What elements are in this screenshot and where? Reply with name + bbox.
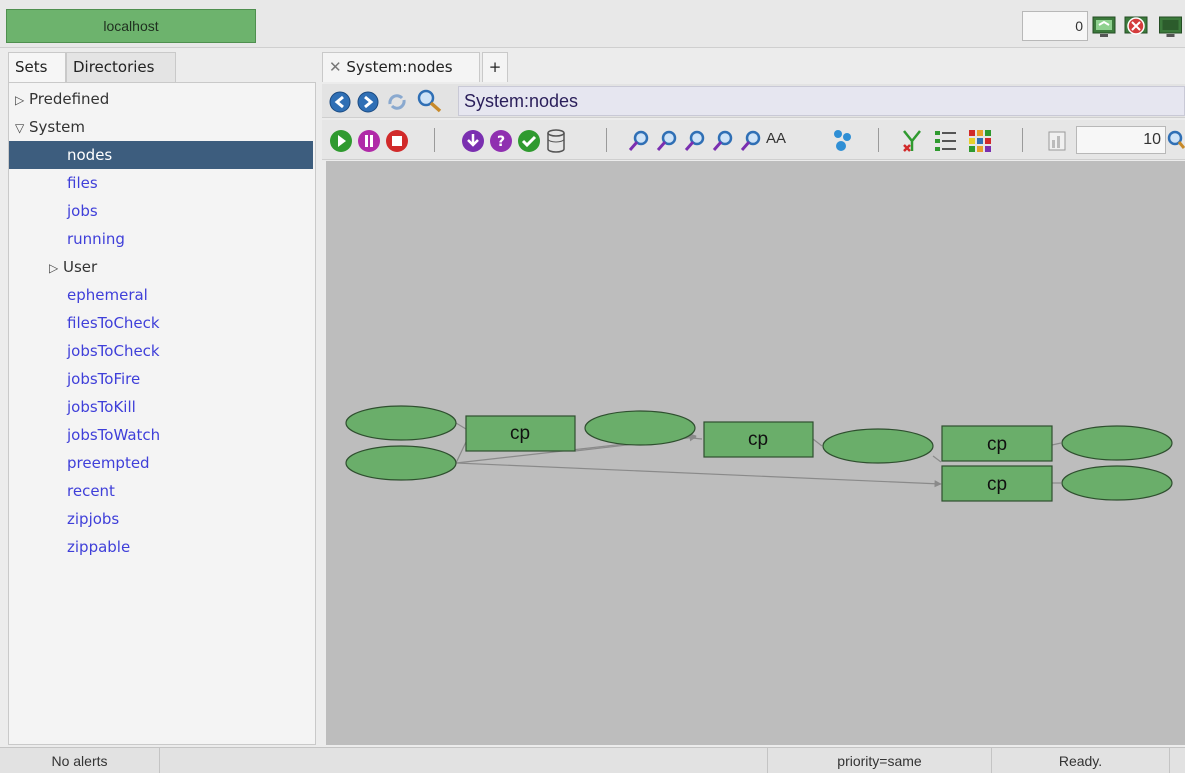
job-label: cp bbox=[987, 474, 1007, 495]
navigation-bar: System:nodes bbox=[322, 84, 1185, 118]
tab-directories[interactable]: Directories bbox=[66, 52, 176, 82]
toolbar-separator bbox=[606, 128, 607, 152]
monitor-icon[interactable] bbox=[1156, 12, 1185, 40]
tree-item-jobstofire[interactable]: jobsToFire bbox=[9, 365, 313, 393]
back-icon[interactable] bbox=[328, 90, 352, 114]
limit-icon[interactable] bbox=[1044, 128, 1070, 154]
tab-label: System:nodes bbox=[346, 58, 453, 76]
font-size-button[interactable]: AA bbox=[766, 130, 786, 147]
stop-monitor-icon[interactable] bbox=[1122, 12, 1150, 40]
file-node[interactable] bbox=[584, 410, 696, 446]
tree-item-ephemeral[interactable]: ephemeral bbox=[9, 281, 313, 309]
toolbar-separator bbox=[434, 128, 435, 152]
message-status bbox=[160, 748, 768, 773]
zoom-fit-icon[interactable] bbox=[682, 128, 708, 154]
tab-system-nodes[interactable]: ✕ System:nodes bbox=[322, 52, 480, 82]
limit-field[interactable]: 10 bbox=[1076, 126, 1166, 154]
ready-status: Ready. bbox=[992, 748, 1170, 773]
priority-status: priority=same bbox=[768, 748, 992, 773]
tree-item-nodes[interactable]: nodes bbox=[9, 141, 313, 169]
expand-arrow-icon[interactable]: ▷ bbox=[49, 254, 63, 282]
edge bbox=[455, 462, 942, 488]
app-window: localhost 0 Sets Directories ▷ Predefined bbox=[0, 0, 1185, 773]
tree-item-filestocheck[interactable]: filesToCheck bbox=[9, 309, 313, 337]
status-bar: No alerts priority=same Ready. bbox=[0, 747, 1185, 773]
host-button[interactable]: localhost bbox=[6, 9, 256, 43]
edge bbox=[1051, 442, 1062, 446]
graph-toolbar: ? AA 10 bbox=[322, 120, 1185, 160]
tree-item-label: Predefined bbox=[29, 90, 110, 108]
list-view-icon[interactable] bbox=[932, 127, 960, 155]
zoom-in-icon[interactable] bbox=[626, 128, 652, 154]
tree-item-recent[interactable]: recent bbox=[9, 477, 313, 505]
tree-layout-icon[interactable] bbox=[898, 127, 926, 155]
edge bbox=[812, 438, 823, 447]
zoom-reset-icon[interactable] bbox=[710, 128, 736, 154]
heatmap-view-icon[interactable] bbox=[966, 127, 994, 155]
tab-sets[interactable]: Sets bbox=[8, 52, 66, 82]
tree-item-preempted[interactable]: preempted bbox=[9, 449, 313, 477]
tree-group-system[interactable]: ▽ System bbox=[9, 113, 313, 141]
job-label: cp bbox=[510, 423, 530, 444]
tree-group-predefined[interactable]: ▷ Predefined bbox=[9, 85, 313, 113]
close-icon[interactable]: ✕ bbox=[329, 58, 342, 76]
refresh-monitor-icon[interactable] bbox=[1090, 12, 1118, 40]
set-tree: ▷ Predefined ▽ System nodes files jobs run… bbox=[8, 82, 316, 745]
file-node[interactable] bbox=[822, 428, 934, 464]
tree-item-jobstowatch[interactable]: jobsToWatch bbox=[9, 421, 313, 449]
toolbar-separator bbox=[878, 128, 879, 152]
add-tab-button[interactable]: + bbox=[482, 52, 508, 82]
zoom-selection-icon[interactable] bbox=[738, 128, 764, 154]
tree-group-user[interactable]: ▷ User bbox=[9, 253, 313, 281]
tree-item-jobstocheck[interactable]: jobsToCheck bbox=[9, 337, 313, 365]
help-icon[interactable]: ? bbox=[488, 128, 514, 154]
play-icon[interactable] bbox=[328, 128, 354, 154]
graph-canvas[interactable]: cp cp cp cp bbox=[326, 161, 1185, 745]
tree-item-zipjobs[interactable]: zipjobs bbox=[9, 505, 313, 533]
tree-item-jobstokill[interactable]: jobsToKill bbox=[9, 393, 313, 421]
pause-icon[interactable] bbox=[356, 128, 382, 154]
collapse-arrow-icon[interactable]: ▽ bbox=[15, 114, 29, 142]
job-label: cp bbox=[748, 429, 768, 450]
alerts-status: No alerts bbox=[0, 748, 160, 773]
download-icon[interactable] bbox=[460, 128, 486, 154]
svg-text:?: ? bbox=[497, 134, 505, 150]
tree-item-label: User bbox=[63, 258, 98, 276]
tree-item-running[interactable]: running bbox=[9, 225, 313, 253]
job-label: cp bbox=[987, 434, 1007, 455]
edge bbox=[455, 422, 467, 430]
tree-item-files[interactable]: files bbox=[9, 169, 313, 197]
toolbar-separator bbox=[1022, 128, 1023, 152]
trash-icon[interactable] bbox=[544, 127, 568, 155]
edge bbox=[455, 441, 467, 464]
reload-icon[interactable] bbox=[384, 90, 410, 114]
file-node[interactable] bbox=[1061, 465, 1173, 501]
dependency-graph: cp cp cp cp bbox=[345, 405, 1173, 502]
resize-grip[interactable] bbox=[1170, 748, 1185, 773]
file-node[interactable] bbox=[345, 445, 457, 481]
tree-item-zippable[interactable]: zippable bbox=[9, 533, 313, 561]
forward-icon[interactable] bbox=[356, 90, 380, 114]
zoom-out-icon[interactable] bbox=[654, 128, 680, 154]
apply-limit-search-icon[interactable] bbox=[1166, 128, 1185, 154]
edge bbox=[932, 455, 942, 463]
tree-item-jobs[interactable]: jobs bbox=[9, 197, 313, 225]
expand-arrow-icon[interactable]: ▷ bbox=[15, 86, 29, 114]
edge bbox=[691, 437, 703, 440]
counter-field[interactable]: 0 bbox=[1022, 11, 1088, 41]
file-node[interactable] bbox=[345, 405, 457, 441]
file-node[interactable] bbox=[1061, 425, 1173, 461]
tree-item-label: System bbox=[29, 118, 85, 136]
node-cluster-icon[interactable] bbox=[830, 127, 856, 155]
check-icon[interactable] bbox=[516, 128, 542, 154]
stop-icon[interactable] bbox=[384, 128, 410, 154]
path-field[interactable]: System:nodes bbox=[458, 86, 1185, 116]
search-icon[interactable] bbox=[414, 88, 444, 114]
top-bar: localhost 0 bbox=[0, 0, 1185, 48]
